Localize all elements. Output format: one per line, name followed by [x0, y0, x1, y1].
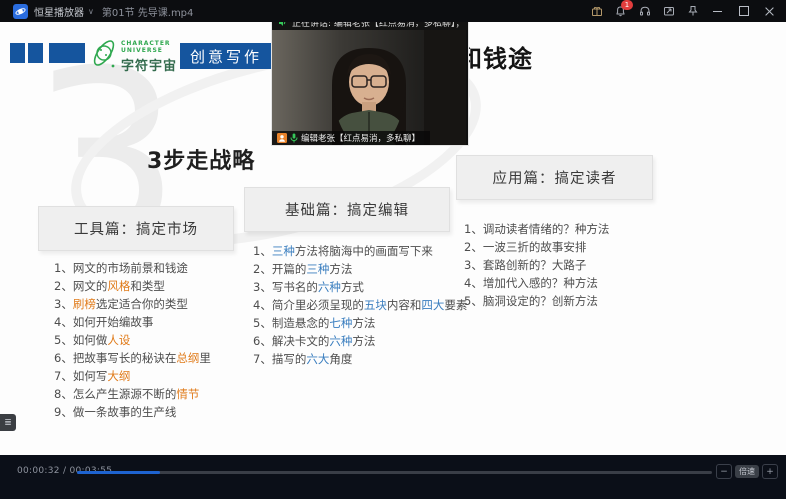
list-item: 2、一波三折的故事安排	[464, 238, 609, 256]
course-tag: 创意写作	[180, 43, 272, 69]
brand-logo-line1: CHARACTER	[121, 40, 171, 47]
list-item: 5、如何做人设	[54, 331, 211, 349]
list-item: 2、网文的风格和类型	[54, 277, 211, 295]
speed-control: − 倍速 +	[716, 464, 778, 479]
speaking-banner-text: 正在讲话: 编辑老张【红点易消，多私聊】；	[292, 22, 464, 29]
list-item: 5、脑洞设定的？创新方法	[464, 292, 609, 310]
brand-logo-line2: UNIVERSE	[121, 47, 171, 54]
file-name: 第01节 先导课.mp4	[102, 4, 194, 19]
list-item: 7、如何写大纲	[54, 367, 211, 385]
list-item: 6、解决卡文的六种方法	[253, 332, 467, 350]
list-item: 3、套路创新的？大路子	[464, 256, 609, 274]
close-button[interactable]	[761, 3, 778, 19]
speed-increase-button[interactable]: +	[762, 464, 778, 479]
page-title: 和钱途	[458, 39, 533, 74]
webcam-video: 编辑老张【红点易消，多私聊】	[272, 30, 466, 145]
brand-logo-icon	[87, 35, 121, 77]
maximize-button[interactable]	[735, 3, 752, 19]
list-item: 3、刷榜选定适合你的类型	[54, 295, 211, 313]
gift-icon[interactable]	[589, 4, 604, 19]
section-header-application: 应用篇：搞定读者	[456, 155, 653, 200]
player-window: 恒星播放器 ∨ 第01节 先导课.mp4 1	[0, 0, 786, 499]
speaking-banner: 正在讲话: 编辑老张【红点易消，多私聊】；	[272, 22, 468, 30]
list-item: 1、三种方法将脑海中的画面写下来	[253, 242, 467, 260]
titlebar-actions: 1	[589, 3, 786, 19]
titlebar: 恒星播放器 ∨ 第01节 先导课.mp4 1	[0, 0, 786, 22]
brand-bar-3	[49, 43, 85, 63]
speed-decrease-button[interactable]: −	[716, 464, 732, 479]
list-item: 4、如何开始编故事	[54, 313, 211, 331]
minimize-button[interactable]	[709, 3, 726, 19]
app-name: 恒星播放器	[34, 4, 84, 19]
speed-value[interactable]: 倍速	[735, 465, 759, 478]
speaker-icon	[278, 22, 287, 27]
side-panel-handle[interactable]: ≣	[0, 414, 16, 431]
headphones-icon[interactable]	[637, 4, 652, 19]
strategy-title: 3步走战略	[147, 143, 255, 175]
webcam-person	[272, 30, 466, 145]
list-item: 8、怎么产生源源不断的情节	[54, 385, 211, 403]
list-item: 9、做一条故事的生产线	[54, 403, 211, 421]
controls-bar: 00:00:32 / 00:03:55 − 倍速 + 倍速 字幕 弹 登录后发弹…	[0, 455, 786, 499]
list-item: 5、制造悬念的七种方法	[253, 314, 467, 332]
list-item: 4、简介里必须呈现的五块内容和四大要素	[253, 296, 467, 314]
notification-badge: 1	[621, 0, 633, 10]
speaker-label-bar: 编辑老张【红点易消，多私聊】	[272, 131, 430, 145]
basics-list: 1、三种方法将脑海中的画面写下来2、开篇的三种方法3、写书名的六种方式4、简介里…	[253, 242, 467, 368]
application-list: 1、调动读者情绪的？种方法2、一波三折的故事安排3、套路创新的？大路子4、增加代…	[464, 220, 609, 310]
list-item: 7、描写的六大角度	[253, 350, 467, 368]
list-item: 1、调动读者情绪的？种方法	[464, 220, 609, 238]
list-item: 3、写书名的六种方式	[253, 278, 467, 296]
list-item: 2、开篇的三种方法	[253, 260, 467, 278]
video-area[interactable]: 3 CHARACTER UNIVERSE 字符宇宙 创意写作 和钱途 3步走战略…	[0, 22, 786, 455]
progress-bar[interactable]	[77, 471, 712, 474]
screenshot-icon[interactable]	[661, 4, 676, 19]
speaker-label: 编辑老张【红点易消，多私聊】	[301, 132, 420, 144]
person-icon	[277, 133, 287, 143]
list-item: 4、增加代入感的？种方法	[464, 274, 609, 292]
progress-fill	[77, 471, 160, 474]
section-header-tools: 工具篇：搞定市场	[38, 206, 234, 251]
brand-bar-2	[28, 43, 43, 63]
list-item: 6、把故事写长的秘诀在总纲里	[54, 349, 211, 367]
tools-list: 1、网文的市场前景和钱途2、网文的风格和类型3、刷榜选定适合你的类型4、如何开始…	[54, 259, 211, 421]
brand-logo-text-en: CHARACTER UNIVERSE	[121, 40, 171, 54]
webcam-overlay: 正在讲话: 编辑老张【红点易消，多私聊】；	[271, 22, 469, 146]
notification-bell-icon[interactable]: 1	[613, 4, 628, 19]
list-item: 1、网文的市场前景和钱途	[54, 259, 211, 277]
chevron-down-icon[interactable]: ∨	[88, 7, 94, 16]
mic-icon	[290, 133, 298, 143]
brand-bar-1	[10, 43, 25, 63]
brand-logo-text-cn: 字符宇宙	[121, 55, 177, 74]
section-header-basics: 基础篇：搞定编辑	[244, 187, 450, 232]
app-icon	[13, 4, 28, 19]
pin-icon[interactable]	[685, 4, 700, 19]
